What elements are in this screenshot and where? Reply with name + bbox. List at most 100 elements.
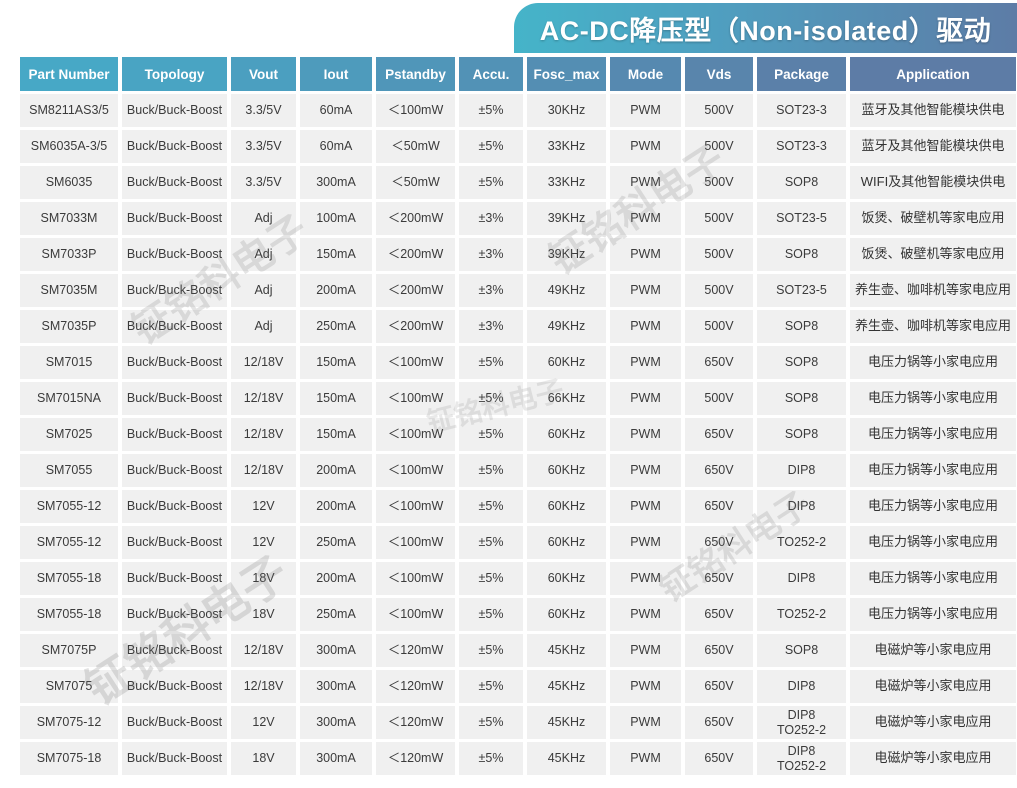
cell-pstandby: ＜120mW	[376, 742, 455, 775]
cell-mode: PWM	[610, 94, 681, 127]
cell-part-number: SM7015NA	[20, 382, 118, 415]
cell-iout: 300mA	[300, 634, 372, 667]
cell-iout: 250mA	[300, 598, 372, 631]
header-row: Part NumberTopologyVoutIoutPstandbyAccu.…	[20, 57, 1016, 91]
cell-vout: 3.3/5V	[231, 166, 296, 199]
cell-fosc-max: 45KHz	[527, 706, 606, 739]
table-row: SM7075-12Buck/Buck-Boost12V300mA＜120mW±5…	[20, 706, 1016, 739]
cell-accu-: ±5%	[459, 526, 523, 559]
cell-topology: Buck/Buck-Boost	[122, 742, 227, 775]
column-header: Part Number	[20, 57, 118, 91]
cell-application: 电磁炉等小家电应用	[850, 634, 1016, 667]
cell-iout: 100mA	[300, 202, 372, 235]
cell-vds: 650V	[685, 562, 753, 595]
cell-iout: 250mA	[300, 310, 372, 343]
table-row: SM7055-18Buck/Buck-Boost18V200mA＜100mW±5…	[20, 562, 1016, 595]
cell-iout: 300mA	[300, 670, 372, 703]
cell-pstandby: ＜100mW	[376, 94, 455, 127]
cell-application: 蓝牙及其他智能模块供电	[850, 130, 1016, 163]
cell-iout: 150mA	[300, 238, 372, 271]
cell-accu-: ±5%	[459, 130, 523, 163]
cell-iout: 150mA	[300, 418, 372, 451]
cell-iout: 250mA	[300, 526, 372, 559]
cell-vout: 3.3/5V	[231, 94, 296, 127]
cell-vout: 18V	[231, 562, 296, 595]
cell-part-number: SM7055	[20, 454, 118, 487]
cell-iout: 200mA	[300, 490, 372, 523]
table-row: SM7015Buck/Buck-Boost12/18V150mA＜100mW±5…	[20, 346, 1016, 379]
cell-mode: PWM	[610, 130, 681, 163]
cell-iout: 300mA	[300, 742, 372, 775]
cell-mode: PWM	[610, 526, 681, 559]
cell-topology: Buck/Buck-Boost	[122, 382, 227, 415]
cell-pstandby: ＜120mW	[376, 706, 455, 739]
cell-mode: PWM	[610, 670, 681, 703]
cell-topology: Buck/Buck-Boost	[122, 670, 227, 703]
cell-vds: 500V	[685, 274, 753, 307]
cell-part-number: SM7033P	[20, 238, 118, 271]
cell-vout: 12/18V	[231, 382, 296, 415]
cell-application: 电磁炉等小家电应用	[850, 670, 1016, 703]
cell-package: SOP8	[757, 634, 846, 667]
cell-iout: 150mA	[300, 382, 372, 415]
column-header: Mode	[610, 57, 681, 91]
cell-vds: 650V	[685, 346, 753, 379]
cell-package: SOP8	[757, 166, 846, 199]
cell-topology: Buck/Buck-Boost	[122, 310, 227, 343]
cell-vout: 12/18V	[231, 634, 296, 667]
cell-part-number: SM7075-18	[20, 742, 118, 775]
cell-vds: 650V	[685, 526, 753, 559]
table-row: SM7025Buck/Buck-Boost12/18V150mA＜100mW±5…	[20, 418, 1016, 451]
table-row: SM8211AS3/5Buck/Buck-Boost3.3/5V60mA＜100…	[20, 94, 1016, 127]
cell-mode: PWM	[610, 490, 681, 523]
table-row: SM7075Buck/Buck-Boost12/18V300mA＜120mW±5…	[20, 670, 1016, 703]
table-row: SM7055-12Buck/Buck-Boost12V250mA＜100mW±5…	[20, 526, 1016, 559]
cell-application: 电压力锅等小家电应用	[850, 418, 1016, 451]
cell-vout: 12/18V	[231, 670, 296, 703]
cell-package: SOT23-3	[757, 130, 846, 163]
cell-application: 电压力锅等小家电应用	[850, 598, 1016, 631]
cell-package: SOP8	[757, 238, 846, 271]
cell-package: SOP8	[757, 346, 846, 379]
cell-part-number: SM7055-12	[20, 490, 118, 523]
table-row: SM7075PBuck/Buck-Boost12/18V300mA＜120mW±…	[20, 634, 1016, 667]
column-header: Pstandby	[376, 57, 455, 91]
cell-vds: 500V	[685, 310, 753, 343]
cell-fosc-max: 45KHz	[527, 742, 606, 775]
cell-part-number: SM7075	[20, 670, 118, 703]
cell-fosc-max: 45KHz	[527, 634, 606, 667]
cell-part-number: SM7055-18	[20, 598, 118, 631]
cell-fosc-max: 60KHz	[527, 418, 606, 451]
cell-package: SOP8	[757, 382, 846, 415]
cell-application: 电压力锅等小家电应用	[850, 454, 1016, 487]
cell-accu-: ±5%	[459, 670, 523, 703]
cell-mode: PWM	[610, 454, 681, 487]
cell-package: TO252-2	[757, 526, 846, 559]
cell-iout: 60mA	[300, 130, 372, 163]
cell-vds: 500V	[685, 382, 753, 415]
cell-vds: 650V	[685, 670, 753, 703]
cell-topology: Buck/Buck-Boost	[122, 454, 227, 487]
cell-part-number: SM7075-12	[20, 706, 118, 739]
cell-topology: Buck/Buck-Boost	[122, 274, 227, 307]
cell-accu-: ±3%	[459, 310, 523, 343]
cell-accu-: ±5%	[459, 742, 523, 775]
cell-topology: Buck/Buck-Boost	[122, 166, 227, 199]
cell-mode: PWM	[610, 274, 681, 307]
cell-part-number: SM7035P	[20, 310, 118, 343]
cell-application: 养生壶、咖啡机等家电应用	[850, 274, 1016, 307]
cell-vds: 500V	[685, 166, 753, 199]
cell-application: 电磁炉等小家电应用	[850, 742, 1016, 775]
cell-fosc-max: 60KHz	[527, 526, 606, 559]
cell-vout: Adj	[231, 238, 296, 271]
cell-iout: 300mA	[300, 166, 372, 199]
cell-application: 电压力锅等小家电应用	[850, 346, 1016, 379]
cell-application: 蓝牙及其他智能模块供电	[850, 94, 1016, 127]
column-header: Vout	[231, 57, 296, 91]
column-header: Vds	[685, 57, 753, 91]
cell-vds: 650V	[685, 454, 753, 487]
cell-vout: Adj	[231, 274, 296, 307]
title-banner: AC-DC降压型（Non-isolated）驱动	[514, 3, 1017, 53]
cell-pstandby: ＜200mW	[376, 310, 455, 343]
cell-fosc-max: 49KHz	[527, 274, 606, 307]
